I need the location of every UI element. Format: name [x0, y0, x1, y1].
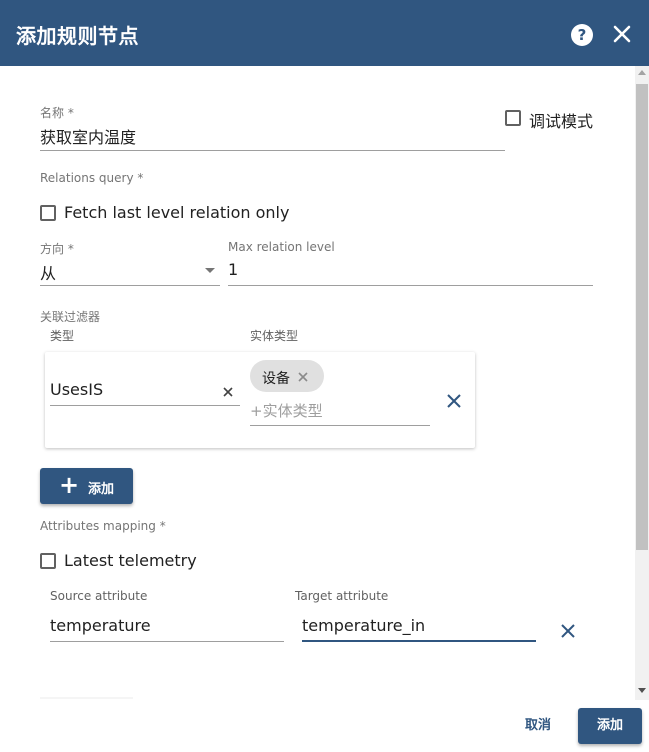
clear-type-icon[interactable] [221, 384, 235, 398]
close-icon[interactable] [611, 22, 633, 46]
direction-underline [40, 285, 220, 286]
latest-telemetry-checkbox[interactable] [40, 553, 56, 569]
plus-icon: + [59, 471, 80, 499]
name-field-input[interactable]: 获取室内温度 [40, 124, 136, 148]
cancel-button[interactable]: 取消 [511, 708, 565, 744]
entity-type-input[interactable]: +实体类型 [250, 400, 323, 421]
debug-mode-checkbox[interactable] [505, 110, 521, 126]
direction-select[interactable]: 从 [40, 260, 56, 284]
source-attribute-underline [50, 641, 284, 642]
source-attribute-input[interactable]: temperature [50, 616, 151, 635]
relations-query-label: Relations query * [40, 171, 144, 185]
name-field-underline [40, 150, 505, 151]
name-field-label: 名称 * [40, 106, 74, 120]
entity-type-chip-label: 设备 [262, 371, 290, 387]
filter-type-input[interactable]: UsesIS [50, 380, 103, 399]
fetch-last-level-checkbox[interactable] [40, 205, 56, 221]
dialog-header: 添加规则节点 ? [0, 0, 649, 66]
add-rule-node-dialog: 添加规则节点 ? 名称 * 获取室内温度 调试模式 Relations quer… [0, 0, 649, 752]
scroll-down-arrow-icon[interactable] [638, 688, 646, 693]
add-filter-button-label: 添加 [88, 482, 115, 497]
attributes-mapping-label: Attributes mapping * [40, 519, 166, 533]
target-attribute-underline [302, 640, 536, 642]
remove-mapping-icon[interactable] [559, 622, 577, 640]
mapping-column-target: Target attribute [295, 589, 389, 603]
max-relation-level-underline [228, 285, 593, 286]
latest-telemetry-label[interactable]: Latest telemetry [64, 551, 197, 570]
scrollbar-thumb[interactable] [636, 84, 648, 550]
entity-type-chip: 设备 [250, 360, 324, 392]
filter-type-underline [50, 405, 240, 406]
filter-column-entity-types: 实体类型 [250, 329, 299, 343]
relation-filters-label: 关联过滤器 [40, 310, 101, 324]
debug-mode-label[interactable]: 调试模式 [529, 108, 593, 132]
entity-type-underline [250, 425, 430, 426]
max-relation-level-input[interactable]: 1 [228, 260, 238, 279]
question-circle-icon[interactable]: ? [571, 24, 593, 46]
remove-filter-icon[interactable] [445, 392, 463, 410]
filter-column-type: 类型 [50, 329, 75, 343]
scroll-up-arrow-icon[interactable] [638, 70, 646, 75]
direction-label: 方向 * [40, 242, 74, 256]
add-button[interactable]: 添加 [578, 708, 642, 744]
target-attribute-input[interactable]: temperature_in [302, 616, 425, 635]
mapping-column-source: Source attribute [50, 589, 148, 603]
remove-chip-icon[interactable] [296, 369, 310, 383]
add-mapping-button-edge[interactable] [40, 697, 133, 699]
add-filter-button[interactable]: + 添加 [40, 468, 133, 504]
fetch-last-level-label[interactable]: Fetch last level relation only [64, 203, 289, 222]
dialog-title: 添加规则节点 [16, 24, 139, 48]
chevron-down-icon[interactable] [205, 268, 215, 273]
max-relation-level-label: Max relation level [228, 240, 335, 254]
